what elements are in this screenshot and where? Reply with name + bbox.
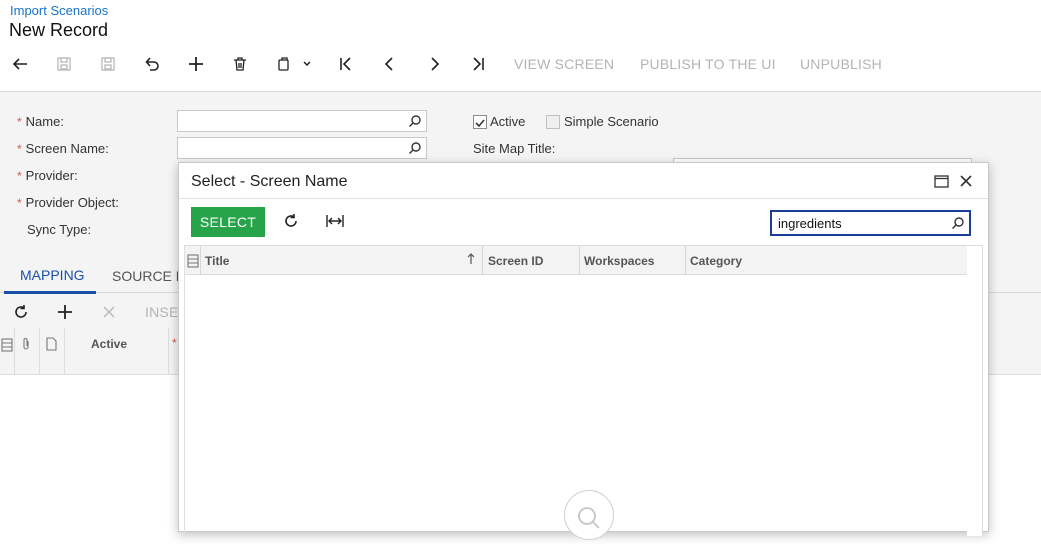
row-selector-icon — [1, 338, 13, 357]
provider-label: * Provider: — [17, 168, 78, 183]
page-title: New Record — [9, 20, 109, 40]
site-map-title-label: Site Map Title: — [473, 141, 556, 156]
next-record-icon[interactable] — [422, 52, 446, 76]
view-screen-button[interactable]: VIEW SCREEN — [514, 56, 614, 72]
breadcrumb[interactable]: Import Scenarios — [10, 3, 108, 18]
first-record-icon[interactable] — [334, 52, 358, 76]
select-screen-dialog: Select - Screen Name SELECT Title Screen… — [178, 162, 989, 540]
column-title[interactable]: Title — [205, 246, 229, 275]
required-marker: * — [172, 336, 177, 350]
simple-scenario-checkbox[interactable] — [546, 115, 560, 129]
active-checkbox[interactable] — [473, 115, 487, 129]
delete-icon[interactable] — [228, 52, 252, 76]
screen-name-label: * Screen Name: — [17, 141, 109, 156]
refresh-icon[interactable] — [9, 300, 33, 324]
dialog-grid: Title Screen ID Workspaces Category — [184, 245, 983, 540]
clipboard-icon[interactable] — [272, 52, 296, 76]
row-selector-icon — [187, 254, 199, 273]
active-label: Active — [490, 114, 526, 129]
dialog-title: Select - Screen Name — [191, 173, 348, 190]
add-icon[interactable] — [184, 52, 208, 76]
last-record-icon[interactable] — [466, 52, 490, 76]
dialog-grid-scrollbar[interactable] — [967, 246, 982, 536]
publish-button[interactable]: PUBLISH TO THE UI — [640, 56, 776, 72]
dialog-search-box — [770, 210, 971, 236]
delete-row-icon[interactable] — [97, 300, 121, 324]
sort-ascending-icon[interactable] — [467, 252, 475, 270]
refresh-icon[interactable] — [283, 213, 299, 234]
simple-scenario-label: Simple Scenario — [564, 114, 659, 129]
sync-type-label: Sync Type: — [27, 222, 92, 237]
undo-icon[interactable] — [140, 52, 164, 76]
select-button[interactable]: SELECT — [191, 207, 265, 237]
save-icon[interactable] — [96, 52, 120, 76]
name-input[interactable] — [177, 110, 427, 132]
add-row-icon[interactable] — [53, 300, 77, 324]
dialog-search-input[interactable] — [772, 212, 942, 234]
search-icon[interactable] — [408, 141, 422, 160]
note-icon — [46, 337, 57, 356]
name-label: * Name: — [17, 114, 64, 129]
column-active[interactable]: Active — [91, 337, 127, 351]
screen-name-input[interactable] — [177, 137, 427, 159]
dialog-grid-header: Title Screen ID Workspaces Category — [185, 246, 968, 275]
insert-button[interactable]: INSE — [145, 304, 178, 320]
fit-columns-icon[interactable] — [326, 214, 344, 233]
save-close-icon[interactable] — [52, 52, 76, 76]
search-icon[interactable] — [408, 114, 422, 133]
column-category[interactable]: Category — [690, 246, 742, 275]
maximize-icon[interactable] — [934, 175, 949, 193]
no-results-icon — [564, 490, 614, 540]
unpublish-button[interactable]: UNPUBLISH — [800, 56, 882, 72]
attachment-icon — [21, 337, 31, 356]
column-screen-id[interactable]: Screen ID — [488, 246, 543, 275]
back-icon[interactable] — [8, 52, 32, 76]
close-icon[interactable] — [959, 174, 973, 193]
column-workspaces[interactable]: Workspaces — [584, 246, 654, 275]
previous-record-icon[interactable] — [378, 52, 402, 76]
provider-object-label: * Provider Object: — [17, 195, 119, 210]
tab-source-restrictions[interactable]: SOURCE R — [112, 268, 186, 284]
chevron-down-icon[interactable] — [297, 52, 317, 76]
tab-mapping[interactable]: MAPPING — [20, 267, 85, 283]
search-icon[interactable] — [951, 216, 965, 235]
